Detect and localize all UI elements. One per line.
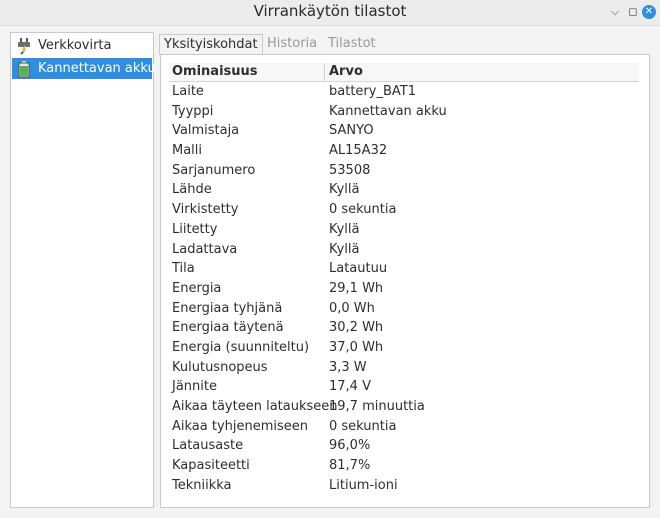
property-value: 0 sekuntia [329, 202, 397, 218]
column-header-value[interactable]: Arvo [329, 64, 363, 79]
table-header: Ominaisuus Arvo [169, 63, 639, 82]
property-name: Valmistaja [172, 123, 240, 139]
property-value: SANYO [329, 123, 374, 139]
power-plug-icon [15, 37, 33, 55]
table-row[interactable]: Aikaa täyteen lataukseen 19,7 minuuttia [169, 398, 639, 418]
device-list: Verkkovirta Kannettavan akku [10, 32, 156, 508]
minimize-icon[interactable]: ⌵ [608, 5, 622, 19]
property-name: Tekniikka [172, 477, 232, 493]
table-row[interactable]: Tekniikka Litium-ioni [169, 477, 639, 497]
property-value: 17,4 V [329, 379, 371, 395]
property-name: Aikaa täyteen lataukseen [172, 399, 338, 414]
property-value: 30,2 Wh [329, 320, 384, 336]
property-name: Kapasiteetti [172, 458, 250, 474]
property-value: Kannettavan akku [329, 103, 447, 119]
table-row[interactable]: Lähde Kyllä [169, 181, 639, 201]
property-value: Kyllä [329, 221, 360, 237]
table-row[interactable]: Sarjanumero 53508 [169, 162, 639, 182]
details-table: Laite battery_BAT1 Tyyppi Kannettavan akku V… [169, 83, 639, 496]
property-name: Energia [172, 280, 222, 296]
property-value: battery_BAT1 [329, 84, 416, 99]
table-row[interactable]: Energiaa täytenä 30,2 Wh [169, 319, 639, 339]
property-value: 81,7% [329, 458, 371, 474]
table-row[interactable]: Virkistetty 0 sekuntia [169, 201, 639, 221]
property-name: Liitetty [172, 221, 218, 237]
table-row[interactable]: Ladattava Kyllä [169, 241, 639, 261]
table-row[interactable]: Kulutusnopeus 3,3 W [169, 359, 639, 379]
property-value: AL15A32 [329, 143, 388, 159]
property-name: Tila [172, 261, 195, 277]
sidebar-item-verkkovirta[interactable]: Verkkovirta [12, 35, 152, 56]
title-bar: Virrankäytön tilastot ⌵ ◻ ✕ [0, 0, 660, 26]
table-row[interactable]: Malli AL15A32 [169, 142, 639, 162]
table-row[interactable]: Latausaste 96,0% [169, 437, 639, 457]
property-name: Energiaa täytenä [172, 320, 284, 336]
close-icon[interactable]: ✕ [642, 5, 656, 19]
tab-yksityiskohdat[interactable]: Yksityiskohdat [159, 34, 263, 55]
column-header-property[interactable]: Ominaisuus [172, 64, 258, 79]
property-name: Lähde [172, 182, 212, 198]
property-name: Kulutusnopeus [172, 359, 268, 375]
column-divider [324, 63, 325, 81]
sidebar-item-label: Verkkovirta [38, 38, 112, 53]
property-name: Energiaa tyhjänä [172, 300, 283, 316]
property-value: Latautuu [329, 261, 388, 277]
property-name: Energia (suunniteltu) [172, 339, 310, 355]
property-name: Virkistetty [172, 202, 239, 218]
property-value: 53508 [329, 162, 371, 178]
property-value: 3,3 W [329, 359, 367, 375]
maximize-icon[interactable]: ◻ [626, 5, 640, 19]
property-value: Litium-ioni [329, 477, 398, 493]
property-name: Sarjanumero [172, 162, 256, 178]
property-value: 0,0 Wh [329, 300, 375, 316]
table-row[interactable]: Valmistaja SANYO [169, 122, 639, 142]
property-value: 0 sekuntia [329, 418, 397, 434]
battery-icon [15, 60, 33, 78]
table-row[interactable]: Energia 29,1 Wh [169, 280, 639, 300]
sidebar-item-label: Kannettavan akku [38, 61, 156, 76]
property-value: Kyllä [329, 241, 360, 257]
table-row[interactable]: Aikaa tyhjenemiseen 0 sekuntia [169, 418, 639, 438]
property-value: Kyllä [329, 182, 360, 198]
sidebar-item-kannettavan-akku[interactable]: Kannettavan akku [12, 58, 156, 79]
property-name: Tyyppi [172, 103, 214, 119]
property-name: Latausaste [172, 438, 244, 454]
table-row[interactable]: Tyyppi Kannettavan akku [169, 103, 639, 123]
property-name: Laite [172, 84, 204, 99]
property-value: 19,7 minuuttia [329, 399, 425, 414]
table-row[interactable]: Liitetty Kyllä [169, 221, 639, 241]
property-name: Aikaa tyhjenemiseen [172, 418, 309, 434]
window-title: Virrankäytön tilastot [253, 2, 407, 20]
property-value: 37,0 Wh [329, 339, 384, 355]
property-name: Malli [172, 143, 203, 159]
table-row[interactable]: Energia (suunniteltu) 37,0 Wh [169, 339, 639, 359]
property-name: Ladattava [172, 241, 238, 257]
property-name: Jännite [172, 379, 217, 395]
property-value: 29,1 Wh [329, 280, 384, 296]
tab-tilastot[interactable]: Tilastot [324, 34, 380, 54]
table-row[interactable]: Jännite 17,4 V [169, 378, 639, 398]
table-row[interactable]: Energiaa tyhjänä 0,0 Wh [169, 300, 639, 320]
table-row[interactable]: Kapasiteetti 81,7% [169, 457, 639, 477]
tab-historia[interactable]: Historia [263, 34, 321, 54]
table-row[interactable]: Tila Latautuu [169, 260, 639, 280]
table-row[interactable]: Laite battery_BAT1 [169, 83, 639, 103]
details-panel: Ominaisuus Arvo Laite battery_BAT1 Tyyppi K… [160, 54, 650, 508]
property-value: 96,0% [329, 438, 371, 454]
